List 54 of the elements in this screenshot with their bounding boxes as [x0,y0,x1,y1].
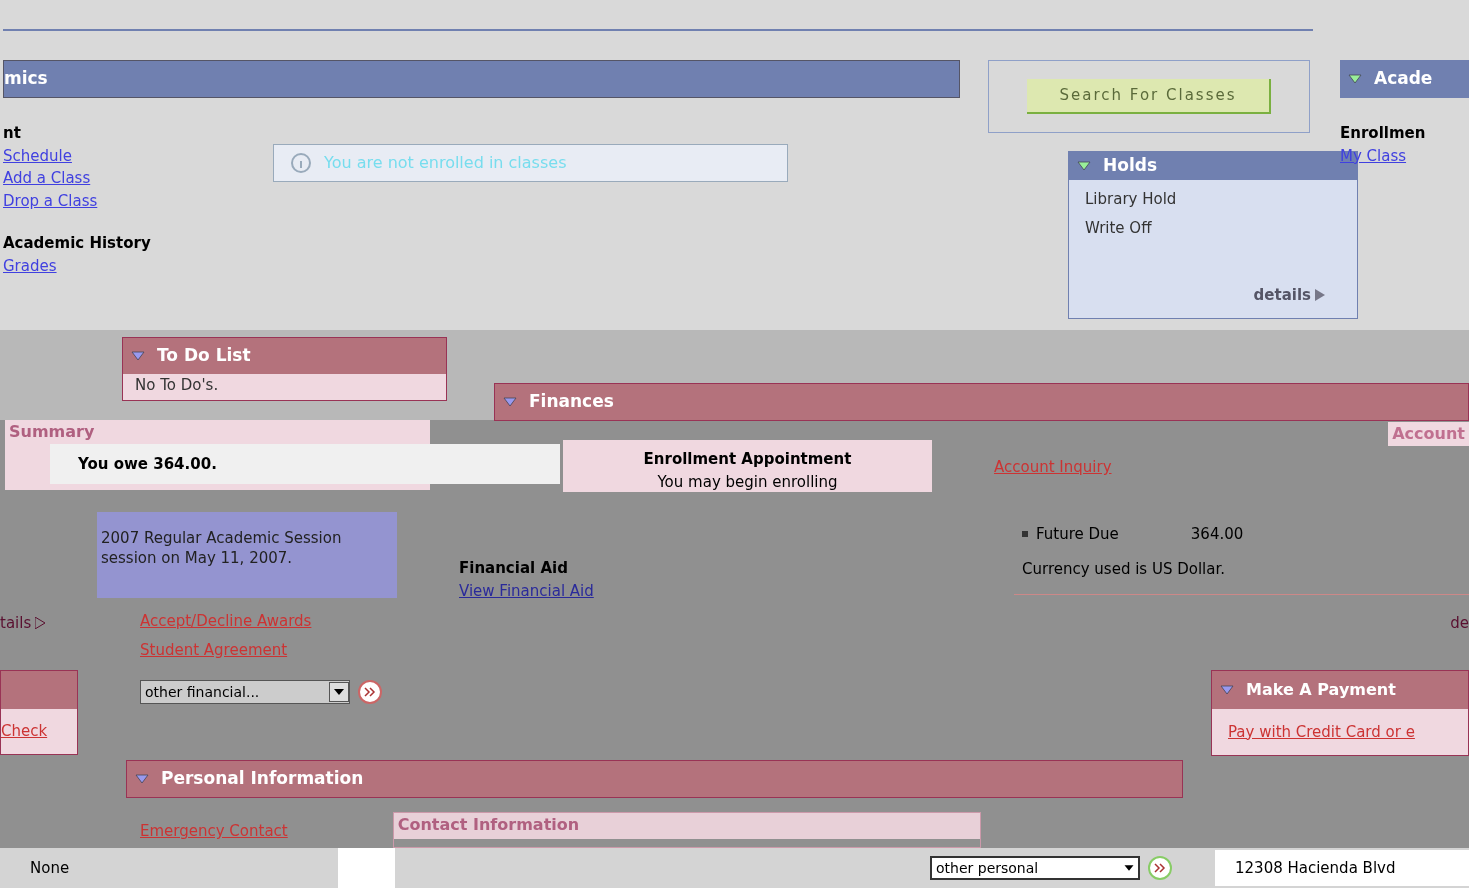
hold-item: Library Hold [1085,189,1178,210]
go-button[interactable] [358,680,382,704]
blank-panel [338,848,395,888]
triangle-icon[interactable] [1077,161,1091,171]
section-label: nt [3,123,22,144]
details-link[interactable]: details [1253,283,1311,306]
bullet-icon [1022,531,1028,538]
dropdown[interactable]: other personal [930,856,1140,880]
triangle-icon[interactable] [1220,685,1234,695]
triangle-icon[interactable] [131,351,145,361]
panel-title: Finances [529,390,614,414]
panel-title: Contact Information [397,815,580,834]
due-amount: 364.00 [1190,524,1244,545]
notice-text: You are not enrolled in classes [324,152,567,174]
panel-title: Make A Payment [1246,679,1396,701]
dropdown[interactable]: other financial... [140,680,350,704]
details-link[interactable]: de [1450,612,1469,670]
appointment-text: You may begin enrolling [657,471,838,493]
go-button[interactable] [1148,856,1172,880]
panel-title: Enrollment Appointment [643,449,852,470]
section-header: mics [3,60,960,98]
double-chevron-icon [364,687,376,697]
play-icon [1315,288,1325,301]
info-icon [290,152,312,174]
account-tab[interactable]: Account [1388,422,1469,446]
address-text: 12308 Hacienda Blvd [1235,857,1396,879]
panel-title: To Do List [157,344,251,368]
contact-value: None [30,857,71,879]
hold-item: Write Off [1085,217,1153,239]
triangle-icon[interactable] [135,774,149,784]
triangle-icon[interactable] [1348,74,1362,84]
panel-title: Summary [8,421,96,443]
panel-title: Acade [1374,67,1433,91]
currency-note: Currency used is US Dollar. [1022,558,1227,580]
triangle-icon[interactable] [503,397,517,407]
double-chevron-icon [1154,863,1166,873]
link[interactable]: Grades [3,254,193,277]
link[interactable]: View Financial Aid [459,579,594,602]
section-label: Academic History [3,233,152,254]
panel-title: Personal Information [161,767,364,791]
details-link[interactable]: tails [0,612,32,635]
todo-text: No To Do's. [134,375,220,396]
link[interactable]: Add a Class [3,167,193,190]
due-label: Future Due [1036,524,1119,545]
section-label: Enrollmen [1340,123,1427,144]
caret-icon [329,682,349,702]
search-for-classes-button[interactable]: Search For Classes [1027,79,1271,114]
section-label: Financial Aid [459,558,569,579]
link[interactable]: Drop a Class [3,189,193,212]
link[interactable]: Schedule [3,144,193,167]
panel-title: Holds [1103,154,1158,178]
session-box: 2007 Regular Academic Session session on May 11, 2007. [97,512,397,598]
play-icon [35,617,46,630]
amount-owed: You owe 364.00. [78,453,217,475]
